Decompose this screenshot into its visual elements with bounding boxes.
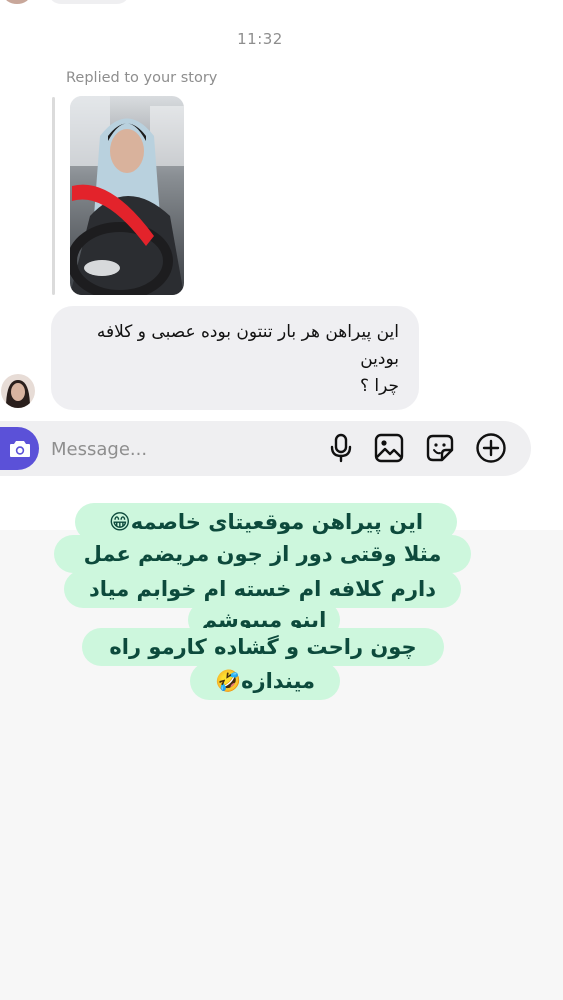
microphone-icon — [330, 433, 352, 463]
message-line: بودین — [360, 349, 399, 369]
sticker-icon — [426, 434, 454, 462]
message-input[interactable] — [51, 434, 301, 464]
previous-message-bubble — [48, 0, 130, 4]
reply-text-line: مثلا وقتی دور از جون مریضم عمل — [54, 535, 471, 573]
gallery-button[interactable] — [373, 432, 405, 464]
add-icon — [476, 433, 506, 463]
reply-text-line: چون راحت و گشاده کارمو راه — [82, 628, 444, 666]
story-image — [70, 96, 184, 295]
gallery-icon — [374, 433, 404, 463]
story-thumbnail[interactable] — [70, 96, 184, 295]
reply-indicator-line — [52, 97, 55, 295]
message-timestamp: 11:32 — [237, 30, 283, 48]
camera-icon — [9, 440, 30, 457]
message-line: چرا ؟ — [359, 376, 399, 396]
voice-message-button[interactable] — [325, 432, 357, 464]
sender-avatar[interactable] — [1, 374, 35, 408]
avatar-image — [1, 374, 35, 408]
message-line: این پیراهن هر بار تنتون بوده عصبی و کلاف… — [96, 322, 399, 342]
received-message-bubble[interactable]: این پیراهن هر بار تنتون بوده عصبی و کلاف… — [51, 306, 419, 410]
previous-message-avatar — [4, 0, 30, 4]
add-button[interactable] — [475, 432, 507, 464]
reply-text-line: میندازه🤣 — [190, 662, 340, 700]
sticker-button[interactable] — [424, 432, 456, 464]
replied-to-story-label: Replied to your story — [66, 70, 218, 86]
